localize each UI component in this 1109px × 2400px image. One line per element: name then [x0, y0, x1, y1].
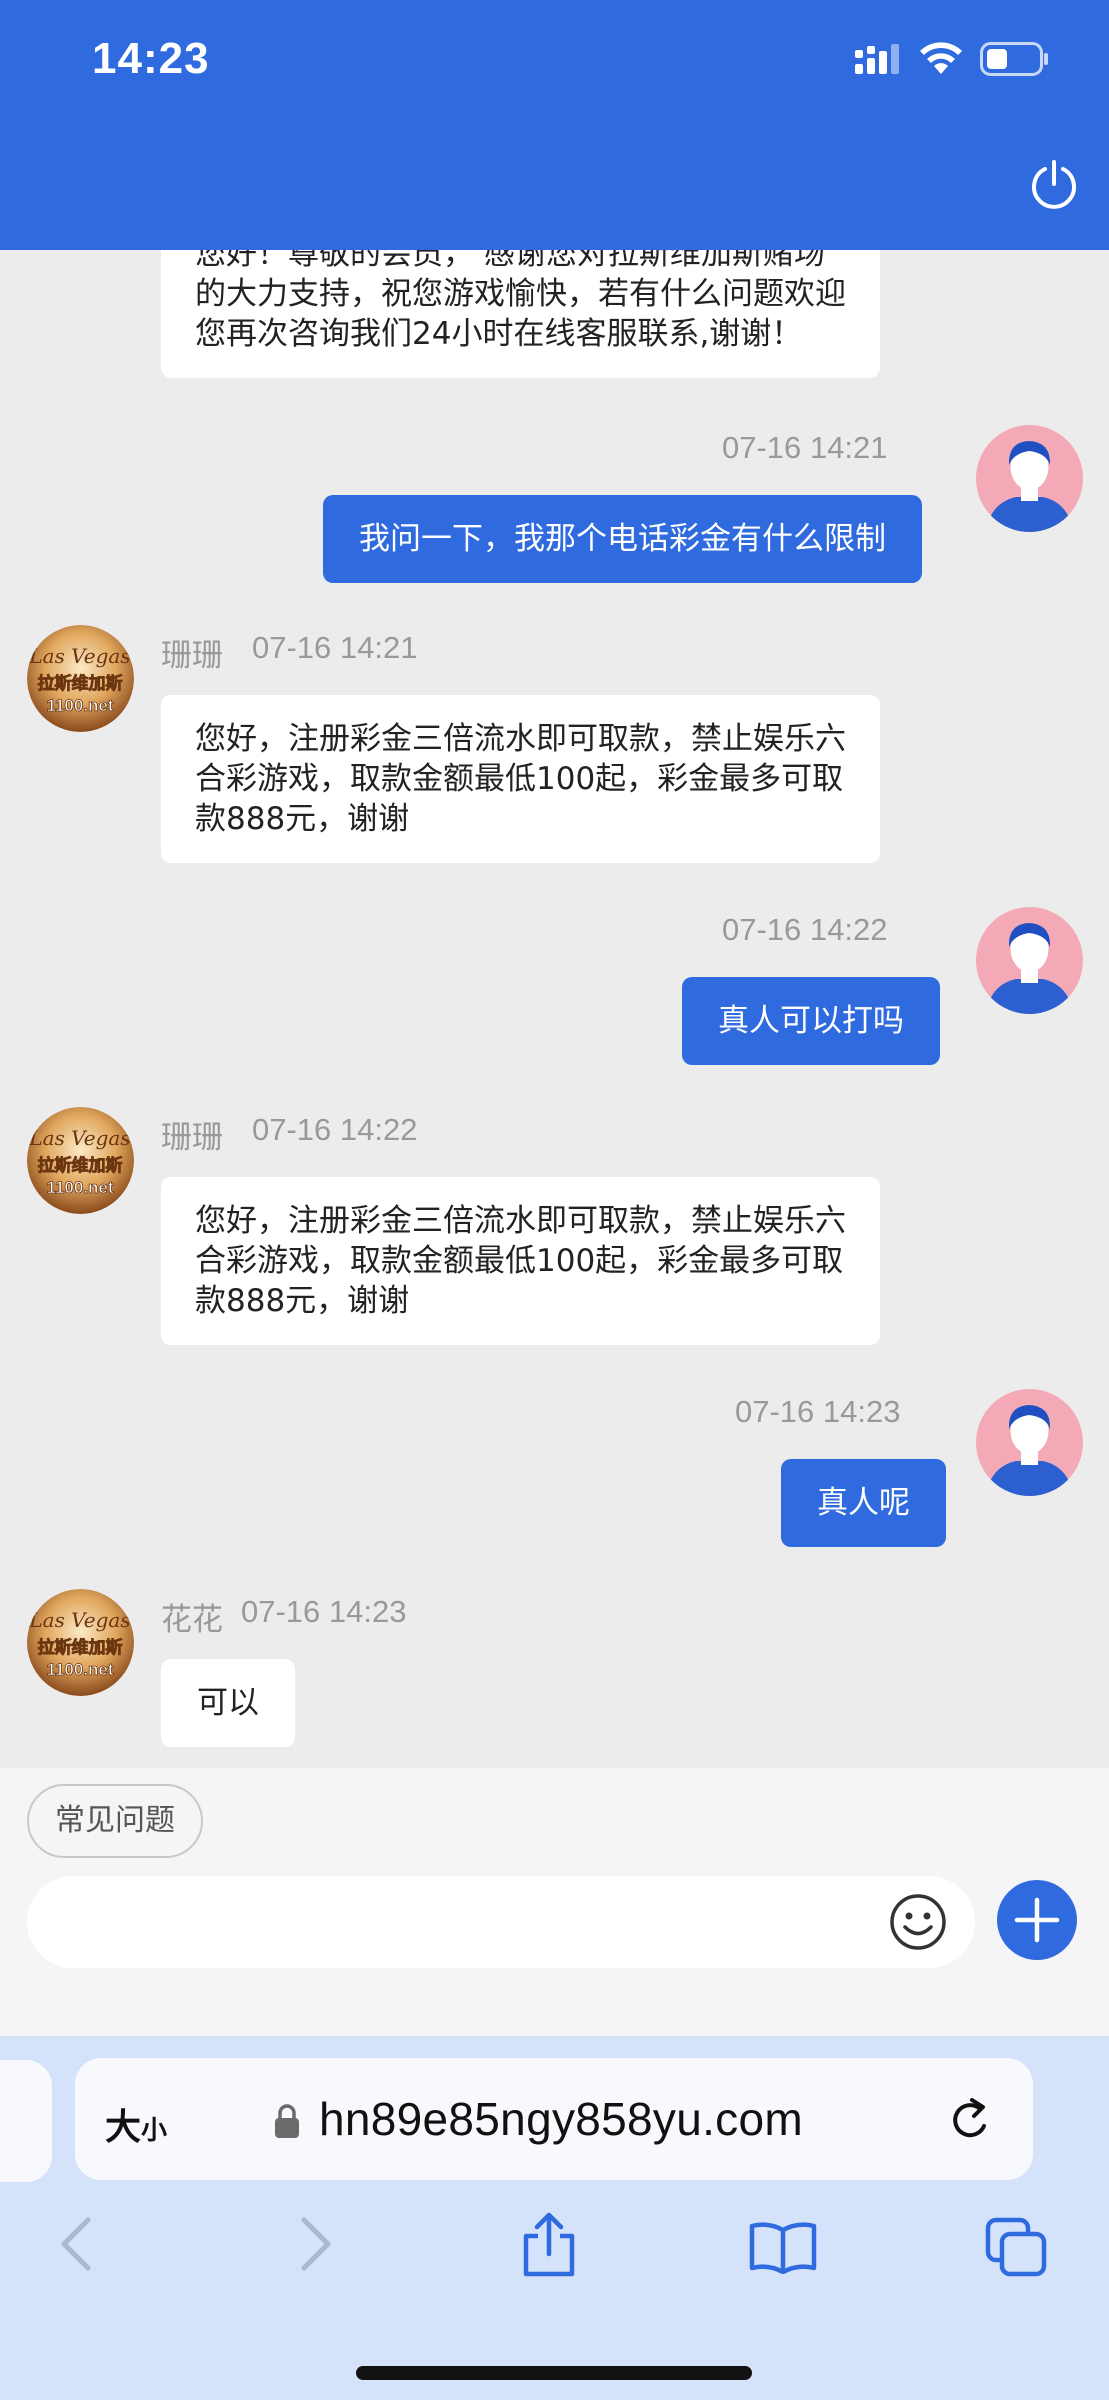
svg-text:拉斯维加斯: 拉斯维加斯: [38, 1637, 123, 1658]
plus-icon: [1014, 1897, 1060, 1943]
las-vegas-logo-icon: Las Vegas 拉斯维加斯 1100.net: [27, 1589, 134, 1696]
status-time: 14:23: [92, 34, 210, 83]
text-size-small-label: 小: [141, 2116, 168, 2146]
svg-text:Las Vegas: Las Vegas: [28, 644, 130, 668]
agent-avatar: Las Vegas 拉斯维加斯 1100.net: [27, 1589, 134, 1696]
las-vegas-logo-icon: Las Vegas 拉斯维加斯 1100.net: [27, 625, 134, 732]
address-bar[interactable]: 大小 hn89e85ngy858yu.com: [75, 2058, 1033, 2180]
back-icon[interactable]: [56, 2214, 96, 2274]
message-timestamp: 07-16 14:23: [735, 1394, 901, 1429]
previous-tab-preview[interactable]: [0, 2060, 52, 2182]
message-text-line: 的大力支持，祝您游戏愉快，若有什么问题欢迎: [195, 276, 846, 312]
message-text-line: 可以: [197, 1685, 259, 1721]
battery-icon: [980, 42, 1048, 76]
chat-message-list[interactable]: 您好！尊敬的会员， 感谢您对拉斯维加斯赌场 的大力支持，祝您游戏愉快，若有什么问…: [0, 250, 1109, 1768]
user-message-bubble: 真人呢: [781, 1459, 946, 1547]
app-header: 14:23: [0, 0, 1109, 250]
svg-text:Las Vegas: Las Vegas: [28, 1126, 130, 1150]
message-text-line: 您再次咨询我们24小时在线客服联系,谢谢！: [195, 316, 803, 352]
user-message-bubble: 我问一下，我那个电话彩金有什么限制: [323, 495, 922, 583]
agent-message-bubble: 您好，注册彩金三倍流水即可取款，禁止娱乐六 合彩游戏，取款金额最低100起，彩金…: [161, 1177, 880, 1345]
message-text-line: 合彩游戏，取款金额最低100起，彩金最多可取: [195, 1243, 844, 1279]
composer: 常见问题: [0, 1768, 1109, 2036]
message-input[interactable]: [27, 1876, 975, 1968]
bookmarks-icon[interactable]: [748, 2220, 818, 2274]
message-text-line: 您好，注册彩金三倍流水即可取款，禁止娱乐六: [195, 721, 846, 757]
agent-message-bubble: 可以: [161, 1659, 295, 1747]
tabs-icon[interactable]: [984, 2216, 1048, 2278]
message-timestamp: 07-16 14:21: [722, 430, 888, 465]
message-text-line: 您好！尊敬的会员， 感谢您对拉斯维加斯赌场: [195, 250, 825, 272]
wifi-icon: [920, 42, 962, 74]
agent-name: 花花: [161, 1602, 223, 1638]
message-text-line: 合彩游戏，取款金额最低100起，彩金最多可取: [195, 761, 844, 797]
home-indicator: [356, 2366, 752, 2380]
cellular-signal-icon: [855, 44, 899, 74]
text-size-label: 大: [105, 2107, 142, 2148]
user-avatar-icon: [976, 907, 1083, 1014]
message-text-line: 款888元，谢谢: [195, 1283, 410, 1319]
forward-icon[interactable]: [296, 2214, 336, 2274]
message-text-line: 款888元，谢谢: [195, 801, 410, 837]
agent-name: 珊珊: [161, 1120, 223, 1156]
browser-toolbar: 大小 hn89e85ngy858yu.com: [0, 2036, 1109, 2400]
agent-avatar: Las Vegas 拉斯维加斯 1100.net: [27, 1107, 134, 1214]
text-size-button[interactable]: 大小: [105, 2098, 167, 2150]
svg-text:拉斯维加斯: 拉斯维加斯: [38, 1155, 123, 1176]
svg-text:拉斯维加斯: 拉斯维加斯: [38, 673, 123, 694]
lock-icon: [275, 2104, 299, 2138]
faq-button[interactable]: 常见问题: [27, 1784, 203, 1858]
power-icon[interactable]: [1030, 158, 1078, 210]
svg-text:1100.net: 1100.net: [46, 696, 113, 715]
message-timestamp: 07-16 14:22: [252, 1112, 418, 1147]
add-attachment-button[interactable]: [997, 1880, 1077, 1960]
reload-icon[interactable]: [948, 2096, 994, 2144]
url-text: hn89e85ngy858yu.com: [319, 2093, 803, 2145]
user-avatar: [976, 907, 1083, 1014]
user-avatar: [976, 425, 1083, 532]
las-vegas-logo-icon: Las Vegas 拉斯维加斯 1100.net: [27, 1107, 134, 1214]
message-text-line: 您好，注册彩金三倍流水即可取款，禁止娱乐六: [195, 1203, 846, 1239]
message-timestamp: 07-16 14:22: [722, 912, 888, 947]
message-timestamp: 07-16 14:23: [241, 1594, 407, 1629]
user-avatar: [976, 1389, 1083, 1496]
agent-message-bubble: 您好，注册彩金三倍流水即可取款，禁止娱乐六 合彩游戏，取款金额最低100起，彩金…: [161, 695, 880, 863]
user-avatar-icon: [976, 1389, 1083, 1496]
svg-text:1100.net: 1100.net: [46, 1660, 113, 1679]
agent-name: 珊珊: [161, 638, 223, 674]
agent-message-bubble: 您好！尊敬的会员， 感谢您对拉斯维加斯赌场 的大力支持，祝您游戏愉快，若有什么问…: [161, 250, 880, 378]
svg-text:Las Vegas: Las Vegas: [28, 1608, 130, 1632]
message-timestamp: 07-16 14:21: [252, 630, 418, 665]
emoji-icon[interactable]: [888, 1892, 948, 1952]
user-message-bubble: 真人可以打吗: [682, 977, 940, 1065]
svg-text:1100.net: 1100.net: [46, 1178, 113, 1197]
agent-avatar: Las Vegas 拉斯维加斯 1100.net: [27, 625, 134, 732]
user-avatar-icon: [976, 425, 1083, 532]
share-icon[interactable]: [518, 2212, 580, 2278]
